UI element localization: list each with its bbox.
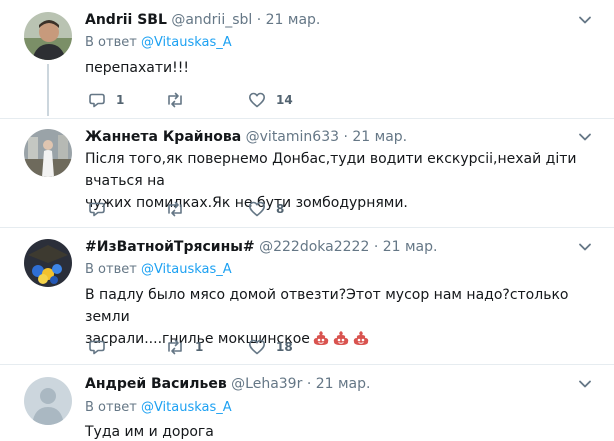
like-count: 14 <box>276 93 293 107</box>
reply-to-mention[interactable]: @Vitauskas_A <box>141 262 232 277</box>
heart-icon <box>249 92 265 108</box>
tweet-1[interactable]: Andrii SBL @andrii_sbl · 21 мар. В ответ… <box>0 0 614 118</box>
chevron-down-icon[interactable] <box>578 130 592 144</box>
user-handle[interactable]: @andrii_sbl <box>171 12 252 28</box>
reply-count: 1 <box>116 93 125 107</box>
like-count: 8 <box>276 202 285 216</box>
reply-to-line: В ответ @Vitauskas_A <box>85 35 232 51</box>
reply-button[interactable] <box>88 200 116 218</box>
reply-to-label: В ответ <box>85 35 137 50</box>
tweet-text: Туда им и дорога <box>85 424 214 440</box>
retweet-icon <box>168 339 182 355</box>
user-handle[interactable]: @222doka2222 <box>259 239 369 255</box>
reply-to-line: В ответ @Vitauskas_A <box>85 400 232 416</box>
user-handle[interactable]: @Leha39r <box>231 376 302 392</box>
thread-line <box>47 64 49 116</box>
like-button[interactable]: 8 <box>248 200 284 218</box>
user-name[interactable]: Жаннета Крайнова <box>85 129 241 145</box>
retweet-button[interactable] <box>165 91 195 109</box>
chevron-down-icon[interactable] <box>578 377 592 391</box>
tweet-4[interactable]: Андрей Васильев @Leha39r · 21 мар. В отв… <box>0 365 614 441</box>
tweet-timestamp[interactable]: 21 мар. <box>383 239 438 255</box>
retweet-button[interactable]: 1 <box>165 338 203 356</box>
user-name[interactable]: Andrii SBL <box>85 12 167 28</box>
chevron-down-icon[interactable] <box>578 240 592 254</box>
reply-button[interactable]: 1 <box>88 91 124 109</box>
tweet-text-line: В падлу было мясо домой отвезти?Этот мус… <box>85 287 569 325</box>
user-handle[interactable]: @vitamin633 <box>246 129 339 145</box>
retweet-count: 1 <box>195 340 204 354</box>
like-count: 18 <box>276 340 293 354</box>
tweet-actions: 1 18 <box>88 338 388 356</box>
reply-to-mention[interactable]: @Vitauskas_A <box>141 35 232 50</box>
user-name[interactable]: #ИзВатнойТрясины# <box>85 239 255 255</box>
tweet-text: перепахати!!! <box>85 60 189 76</box>
reply-to-label: В ответ <box>85 262 137 277</box>
tweet-timestamp[interactable]: 21 мар. <box>316 376 371 392</box>
separator-dot: · <box>343 129 348 145</box>
tweet-text-line: Після того,як повернемо Донбас,туди води… <box>85 151 577 189</box>
tweet-actions: 8 <box>88 200 388 218</box>
user-name[interactable]: Андрей Васильев <box>85 376 227 392</box>
tweet-3[interactable]: #ИзВатнойТрясины# @222doka2222 · 21 мар.… <box>0 228 614 364</box>
avatar[interactable] <box>24 129 72 177</box>
tweet-timestamp[interactable]: 21 мар. <box>266 12 321 28</box>
default-avatar[interactable] <box>24 377 72 425</box>
reply-to-mention[interactable]: @Vitauskas_A <box>141 400 232 415</box>
retweet-icon <box>168 201 182 217</box>
reply-icon <box>89 340 105 355</box>
separator-dot: · <box>306 376 312 392</box>
tweet-2[interactable]: Жаннета Крайнова @vitamin633 · 21 мар. П… <box>0 119 614 227</box>
reply-to-line: В ответ @Vitauskas_A <box>85 262 232 278</box>
like-button[interactable]: 14 <box>248 91 293 109</box>
like-button[interactable]: 18 <box>248 338 293 356</box>
heart-icon <box>249 201 265 217</box>
tweet-timestamp[interactable]: 21 мар. <box>352 129 407 145</box>
retweet-icon <box>168 92 182 108</box>
separator-dot: · <box>373 239 379 255</box>
reply-button[interactable] <box>88 338 116 356</box>
avatar[interactable] <box>24 12 72 60</box>
retweet-button[interactable] <box>165 200 195 218</box>
reply-to-label: В ответ <box>85 400 137 415</box>
reply-icon <box>89 202 105 217</box>
reply-icon <box>89 93 105 108</box>
heart-icon <box>249 339 265 355</box>
chevron-down-icon[interactable] <box>578 13 592 27</box>
avatar[interactable] <box>24 239 72 287</box>
tweet-actions: 1 14 <box>88 91 388 109</box>
separator-dot: · <box>256 12 262 28</box>
